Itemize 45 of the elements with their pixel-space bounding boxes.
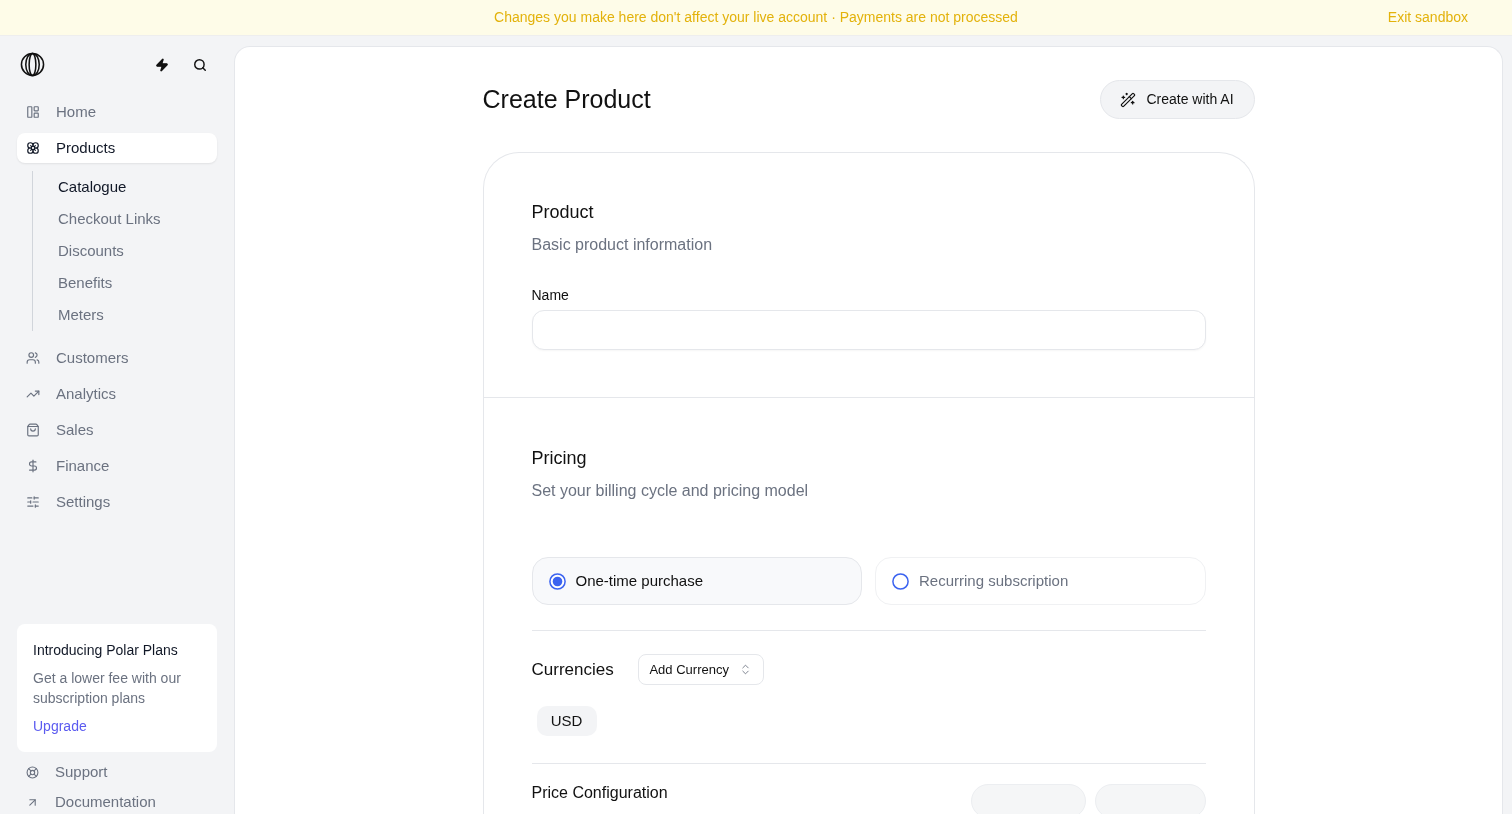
subnav-item[interactable]: Discounts (58, 235, 217, 267)
sliders-icon (26, 495, 40, 509)
radio-icon (548, 572, 566, 590)
section-heading: Price Configuration (531, 784, 668, 802)
add-currency-dropdown[interactable]: Add Currency (637, 654, 764, 685)
banner-message: Changes you make here don't affect your live account · Payments are not processed (494, 8, 1018, 27)
nav-item[interactable]: Products (17, 133, 217, 163)
subnav-item[interactable]: Benefits (58, 267, 217, 299)
billing-option[interactable]: Recurring subscription (875, 557, 1206, 605)
page-title: Create Product (482, 83, 651, 115)
subnav-item[interactable]: Checkout Links (58, 203, 217, 235)
billing-option[interactable]: One-time purchase (531, 557, 862, 605)
field-label: Name (531, 286, 570, 305)
nav-item[interactable]: Sales (17, 415, 217, 445)
section-subtitle: Basic product information (531, 235, 714, 255)
shopping-bag-icon (26, 423, 40, 437)
nav-item[interactable]: Finance (17, 451, 217, 481)
nav-item[interactable]: Home (17, 97, 217, 127)
search-icon[interactable] (193, 57, 207, 72)
nav-item[interactable]: Customers (17, 343, 217, 373)
layout-icon (26, 105, 40, 119)
radio-icon (892, 572, 909, 590)
name-input[interactable] (531, 310, 1206, 350)
currency-tag: USD (536, 706, 597, 736)
section-title: Product (531, 201, 595, 224)
upgrade-link[interactable]: Upgrade (33, 716, 87, 736)
create-with-ai-button[interactable]: Create with AI (1099, 80, 1255, 119)
logo-icon[interactable] (20, 52, 45, 77)
nav-item[interactable]: Analytics (17, 379, 217, 409)
section-title: Pricing (531, 447, 588, 470)
users-icon (26, 351, 40, 365)
nav-item[interactable]: Settings (17, 487, 217, 517)
bolt-icon[interactable] (155, 57, 169, 72)
footer-link[interactable]: Documentation (17, 787, 217, 814)
subnav-item[interactable]: Meters (58, 299, 217, 331)
footer-link[interactable]: Support (17, 757, 217, 787)
subnav-item[interactable]: Catalogue (58, 171, 217, 203)
dollar-icon (26, 459, 40, 473)
flower-icon (26, 141, 40, 155)
section-subtitle: Set your billing cycle and pricing model (531, 481, 810, 501)
currencies-label: Currencies (531, 658, 614, 681)
lifebuoy-icon (26, 765, 39, 779)
magic-wand-icon (1120, 91, 1137, 108)
promo-title: Introducing Polar Plans (33, 641, 179, 660)
promo-text: Get a lower fee with our subscription plans (33, 669, 182, 708)
